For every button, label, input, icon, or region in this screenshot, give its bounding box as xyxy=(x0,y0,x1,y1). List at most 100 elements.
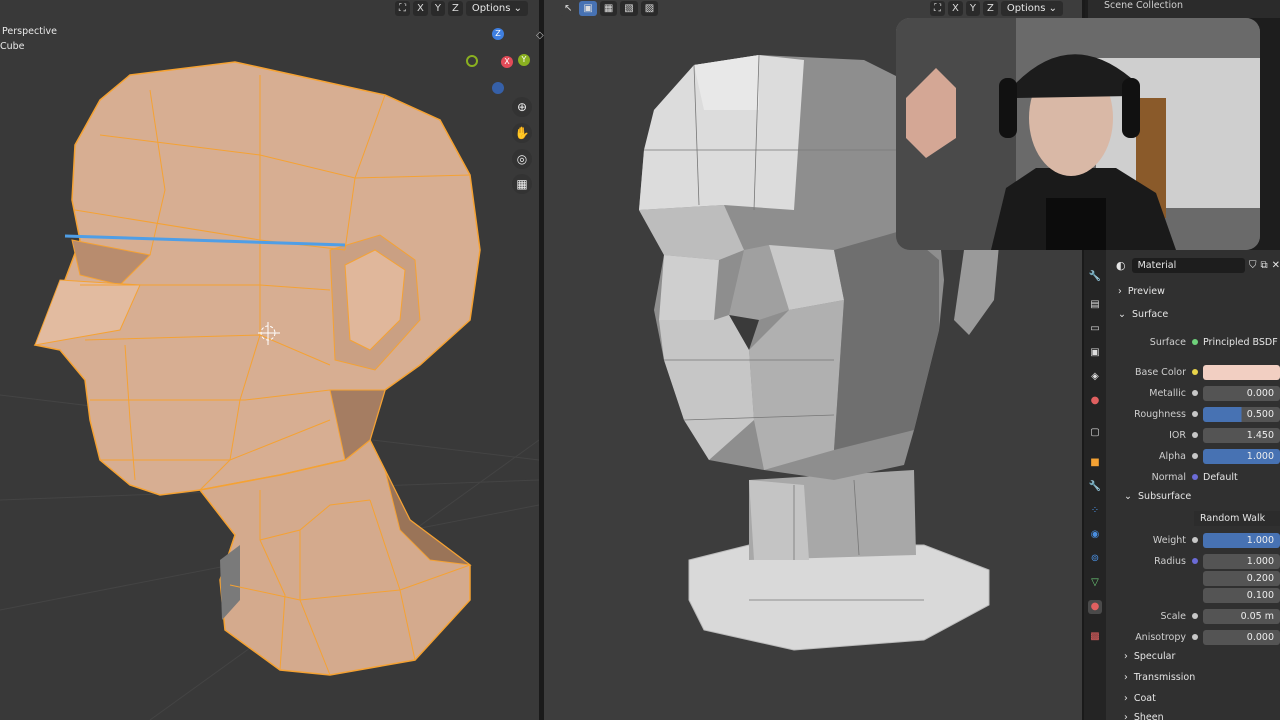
presenter-video xyxy=(896,18,1260,250)
scale-field[interactable]: 0.05 m xyxy=(1203,608,1280,624)
world-tab-icon[interactable]: ● xyxy=(1088,394,1102,408)
subsurface-method-dropdown[interactable]: Random Walk xyxy=(1194,511,1280,526)
metallic-field[interactable]: 0.000 xyxy=(1203,385,1280,401)
float-socket-icon xyxy=(1192,411,1198,417)
specular-panel[interactable]: › Specular xyxy=(1124,651,1175,662)
material-tab-icon[interactable]: ● xyxy=(1088,600,1102,614)
fake-user-shield-icon[interactable]: ⛉ xyxy=(1249,260,1257,271)
mirror-z-toggle[interactable]: Z xyxy=(447,0,463,16)
select-subtract-icon[interactable]: ▧ xyxy=(620,0,638,16)
color-socket-icon xyxy=(1192,369,1198,375)
radius-label: Radius xyxy=(1154,555,1186,567)
float-socket-icon xyxy=(1192,634,1198,640)
sheen-panel[interactable]: › Sheen xyxy=(1124,712,1164,720)
metallic-label: Metallic xyxy=(1149,387,1186,399)
outliner-header: Scene Collection xyxy=(1088,0,1280,18)
mirror-x-toggle[interactable]: X xyxy=(413,0,428,16)
radius-z-row: 0.100 xyxy=(1110,587,1280,603)
preview-panel[interactable]: › Preview xyxy=(1118,286,1165,297)
mirror-y-toggle[interactable]: Y xyxy=(430,0,445,16)
view-mode-label: Perspective xyxy=(2,26,58,37)
transform-icon[interactable]: ⛶ xyxy=(930,0,945,16)
chevron-down-icon: ⌄ xyxy=(1118,309,1126,320)
ior-label: IOR xyxy=(1169,429,1186,441)
mirror-z-toggle[interactable]: Z xyxy=(982,0,998,16)
duplicate-icon[interactable]: ⧉ xyxy=(1260,260,1267,271)
transform-icon[interactable]: ⛶ xyxy=(395,0,410,16)
modifier-wrench-icon[interactable]: 🔧 xyxy=(1088,480,1102,494)
gizmo-z-axis[interactable]: Z xyxy=(492,28,504,40)
float-socket-icon xyxy=(1192,453,1198,459)
gizmo-x-axis[interactable]: X xyxy=(501,56,513,68)
surface-panel[interactable]: ⌄ Surface xyxy=(1118,309,1168,320)
properties-tab-bar: 🔧 ▤ ▭ ▣ ◈ ● ▢ ■ 🔧 ⁘ ◉ ⊚ ▽ ● ▩ xyxy=(1084,250,1106,720)
active-object-label: Cube xyxy=(0,41,25,52)
pan-hand-icon[interactable]: ✋ xyxy=(512,123,532,143)
mirror-y-toggle[interactable]: Y xyxy=(965,0,980,16)
scale-label: Scale xyxy=(1160,610,1186,622)
normal-label: Normal xyxy=(1151,471,1186,483)
coat-panel[interactable]: › Coat xyxy=(1124,693,1156,704)
weight-field[interactable]: 1.000 xyxy=(1203,532,1280,548)
material-name-field[interactable]: Material xyxy=(1131,257,1245,273)
anisotropy-label: Anisotropy xyxy=(1135,631,1186,643)
select-invert-icon[interactable]: ▨ xyxy=(640,0,659,16)
normal-value[interactable]: Default xyxy=(1203,472,1280,483)
options-label: Options xyxy=(471,2,511,14)
gizmo-neg-z[interactable] xyxy=(492,82,504,94)
object-tab-icon[interactable]: ■ xyxy=(1088,456,1102,470)
transmission-panel[interactable]: › Transmission xyxy=(1124,672,1195,683)
chevron-right-icon: › xyxy=(1124,672,1128,683)
options-dropdown[interactable]: Options ⌄ xyxy=(1000,0,1063,16)
ortho-grid-icon[interactable]: ▦ xyxy=(512,174,532,194)
mirror-x-toggle[interactable]: X xyxy=(948,0,963,16)
vector-socket-icon xyxy=(1192,474,1198,480)
radius-z-field[interactable]: 0.100 xyxy=(1203,587,1280,603)
unlink-close-icon[interactable]: ✕ xyxy=(1272,260,1280,271)
camera-view-icon[interactable]: ◎ xyxy=(512,149,532,169)
options-dropdown[interactable]: Options ⌄ xyxy=(465,0,528,16)
select-arrow-icon[interactable]: ↖ xyxy=(560,0,577,16)
float-socket-icon xyxy=(1192,432,1198,438)
data-tab-icon[interactable]: ▽ xyxy=(1088,576,1102,590)
output-tab-icon[interactable]: ▭ xyxy=(1088,322,1102,336)
alpha-field[interactable]: 1.000 xyxy=(1203,448,1280,464)
view-layer-tab-icon[interactable]: ▣ xyxy=(1088,346,1102,360)
roughness-row: Roughness 0.500 xyxy=(1110,406,1280,422)
chevron-right-icon: › xyxy=(1124,712,1128,720)
anisotropy-field[interactable]: 0.000 xyxy=(1203,629,1280,645)
roughness-field[interactable]: 0.500 xyxy=(1203,406,1280,422)
vector-socket-icon xyxy=(1192,558,1198,564)
subsurface-panel[interactable]: ⌄ Subsurface xyxy=(1124,491,1191,502)
left-header-tools: ⛶ X Y Z Options ⌄ xyxy=(395,0,528,16)
base-color-label: Base Color xyxy=(1135,366,1186,378)
chevron-right-icon: › xyxy=(1118,286,1122,297)
select-extend-icon[interactable]: ▦ xyxy=(599,0,618,16)
constraints-tab-icon[interactable]: ⊚ xyxy=(1088,552,1102,566)
ior-field[interactable]: 1.450 xyxy=(1203,427,1280,443)
material-sphere-icon[interactable]: ◐ xyxy=(1116,259,1126,272)
left-viewport[interactable]: Perspective Cube ⛶ X Y Z Options ⌄ Z X Y… xyxy=(0,0,539,720)
texture-tab-icon[interactable]: ▩ xyxy=(1088,630,1102,644)
radius-x-field[interactable]: 1.000 xyxy=(1203,553,1280,569)
zoom-icon[interactable]: ⊕ xyxy=(512,97,532,117)
radius-y-field[interactable]: 0.200 xyxy=(1203,570,1280,586)
collection-tab-icon[interactable]: ▢ xyxy=(1088,426,1102,440)
metallic-row: Metallic 0.000 xyxy=(1110,385,1280,401)
render-tab-icon[interactable]: ▤ xyxy=(1088,298,1102,312)
gizmo-neg-y[interactable] xyxy=(466,55,478,67)
specular-label: Specular xyxy=(1133,651,1176,662)
base-color-swatch[interactable] xyxy=(1203,364,1280,380)
scene-tab-icon[interactable]: ◈ xyxy=(1088,370,1102,384)
gizmo-y-axis[interactable]: Y xyxy=(518,54,530,66)
split-arrows-icon[interactable]: ◇ xyxy=(536,30,544,41)
particles-tab-icon[interactable]: ⁘ xyxy=(1088,504,1102,518)
physics-tab-icon[interactable]: ◉ xyxy=(1088,528,1102,542)
box-select-icon[interactable]: ▣ xyxy=(579,0,597,16)
surface-shader-row: Surface Principled BSDF xyxy=(1110,334,1280,350)
float-socket-icon xyxy=(1192,613,1198,619)
alpha-label: Alpha xyxy=(1158,450,1186,462)
tool-tab-icon[interactable]: 🔧 xyxy=(1088,270,1102,284)
shader-selector[interactable]: Principled BSDF xyxy=(1203,337,1280,348)
radius-y-row: 0.200 xyxy=(1110,570,1280,586)
